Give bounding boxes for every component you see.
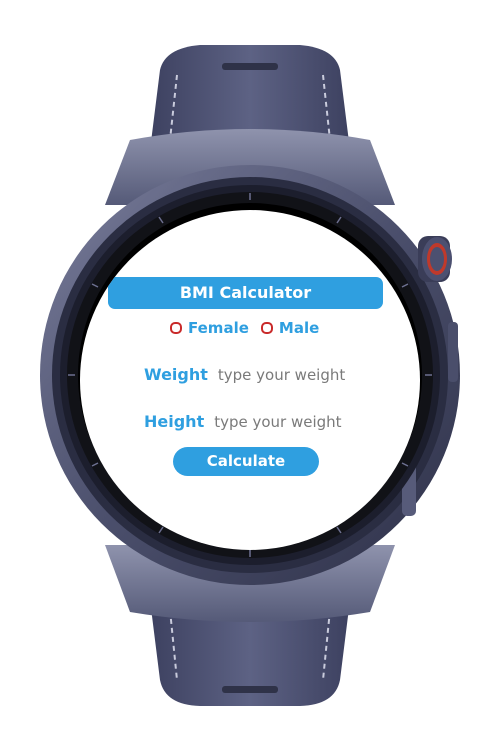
watch-screen: BMI Calculator Female Male Weight Height… <box>80 210 420 550</box>
weight-row: Weight <box>144 365 368 384</box>
height-row: Height <box>144 412 365 431</box>
female-radio[interactable] <box>170 322 182 334</box>
app-title-bar: BMI Calculator <box>108 277 383 309</box>
calculate-button[interactable]: Calculate <box>173 447 319 476</box>
male-radio[interactable] <box>260 322 273 334</box>
watch-mockup: BMI Calculator Female Male Weight Height… <box>0 0 500 750</box>
gender-selector: Female Male <box>170 317 325 339</box>
weight-label: Weight <box>144 365 208 384</box>
height-input[interactable] <box>214 412 365 431</box>
height-label: Height <box>144 412 205 431</box>
male-label[interactable]: Male <box>279 319 319 337</box>
weight-input[interactable] <box>217 365 368 384</box>
female-label[interactable]: Female <box>188 319 249 337</box>
